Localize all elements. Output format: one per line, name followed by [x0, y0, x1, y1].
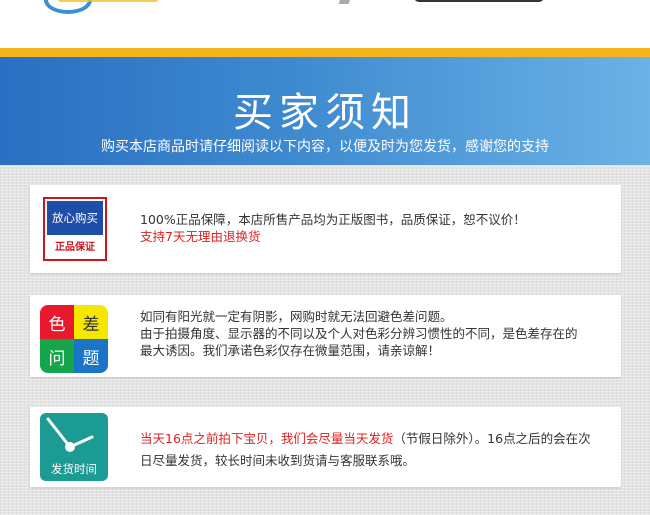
top-dark-bar [414, 0, 544, 2]
guarantee-top-label: 放心购买 [47, 201, 103, 235]
shipping-icon-label: 发货时间 [51, 462, 97, 476]
card-shipping-time: 发货时间 当天16点之前拍下宝贝，我们会尽量当天发货（节假日除外）。16点之后的… [30, 407, 621, 487]
shipping-line-1: 当天16点之前拍下宝贝，我们会尽量当天发货（节假日除外）。16点之后的会在次 [140, 428, 603, 450]
card-guarantee: 放心购买 正品保证 100%正品保障，本店所售产品均为正版图书，品质保证，恕不议… [30, 185, 621, 273]
card-shipping-text: 当天16点之前拍下宝贝，我们会尽量当天发货（节假日除外）。16点之后的会在次 日… [140, 428, 603, 472]
color-diff-char-3: 问 [40, 339, 74, 373]
shipping-rest-text: （节假日除外）。16点之后的会在次 [393, 431, 591, 446]
logo-arc-icon [44, 0, 92, 14]
guarantee-bottom-label: 正品保证 [55, 242, 95, 253]
color-difference-icon: 色 差 问 题 [40, 305, 108, 373]
color-diff-line-2: 由于拍摄角度、显示器的不同以及个人对色彩分辨习惯性的不同，是色差存在的 [140, 326, 578, 341]
color-diff-line-1: 如同有阳光就一定有阴影，网购时就无法回避色差问题。 [140, 309, 453, 324]
banner-title: 买家须知 [233, 90, 417, 136]
guarantee-line-1: 100%正品保障，本店所售产品均为正版图书，品质保证，恕不议价！ [140, 212, 526, 227]
card-color-difference: 色 差 问 题 如同有阳光就一定有阴影，网购时就无法回避色差问题。 由于拍摄角度… [30, 295, 621, 377]
color-diff-line-3: 最大诱因。我们承诺色彩仅存在微量范围，请亲谅解！ [140, 343, 441, 358]
guarantee-line-2: 支持7天无理由退换货 [140, 229, 261, 244]
card-guarantee-text: 100%正品保障，本店所售产品均为正版图书，品质保证，恕不议价！ 支持7天无理由… [140, 211, 603, 245]
color-diff-char-4: 题 [74, 339, 108, 373]
shipping-line-2: 日尽量发货，较长时间未收到货请与客服联系哦。 [140, 453, 416, 468]
color-diff-char-2: 差 [74, 305, 108, 339]
logo-stripe-icon [58, 0, 158, 2]
color-diff-char-1: 色 [40, 305, 74, 339]
card-color-difference-text: 如同有阳光就一定有阴影，网购时就无法回避色差问题。 由于拍摄角度、显示器的不同以… [140, 308, 603, 359]
banner-subtitle: 购买本店商品时请仔细阅读以下内容，以便及时为您发货，感谢您的支持 [101, 139, 549, 155]
clock-icon: 发货时间 [40, 413, 108, 481]
top-strip [0, 0, 650, 48]
guarantee-badge-icon: 放心购买 正品保证 [43, 197, 107, 261]
orange-divider [0, 48, 650, 57]
shipping-red-text: 当天16点之前拍下宝贝，我们会尽量当天发货 [140, 431, 394, 446]
mark-icon [338, 0, 352, 4]
